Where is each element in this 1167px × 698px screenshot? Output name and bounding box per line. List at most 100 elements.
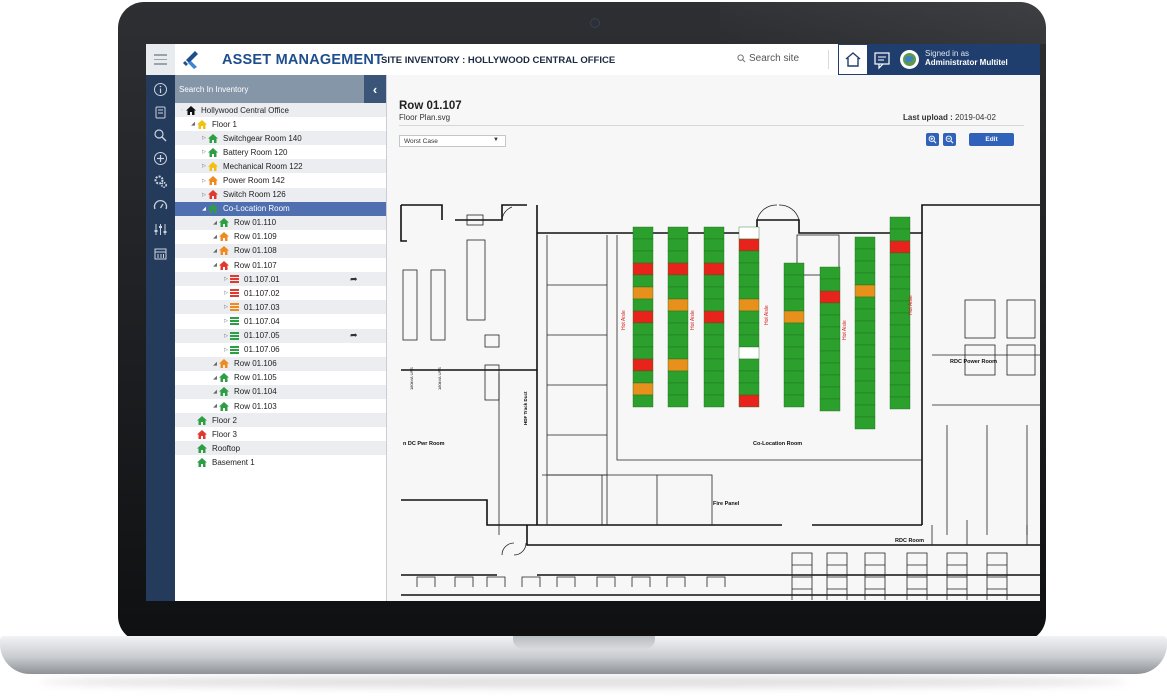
tree-item[interactable]: ▷ 01.107.05 ➦ bbox=[175, 328, 386, 343]
tree-item[interactable]: Floor 3 bbox=[175, 427, 386, 441]
tree-item[interactable]: Rooftop bbox=[175, 441, 386, 456]
rack-cell[interactable] bbox=[783, 310, 805, 324]
rack-cell[interactable] bbox=[703, 310, 725, 324]
rack-cell[interactable] bbox=[783, 322, 805, 336]
rack-cell[interactable] bbox=[854, 308, 876, 322]
expand-toggle-icon[interactable]: ▷ bbox=[222, 333, 230, 339]
rack-cell[interactable] bbox=[738, 334, 760, 348]
rack-cell[interactable] bbox=[889, 216, 911, 230]
rack-cell[interactable] bbox=[889, 228, 911, 242]
edit-button[interactable]: Edit bbox=[969, 133, 1014, 146]
rack-cell[interactable] bbox=[667, 226, 689, 240]
tree-item[interactable]: ▷ Switchgear Room 140 bbox=[175, 131, 386, 146]
dashboard-icon[interactable] bbox=[153, 198, 168, 213]
rack-cell[interactable] bbox=[889, 276, 911, 290]
rack-cell[interactable] bbox=[819, 266, 841, 280]
rack-cell[interactable] bbox=[703, 370, 725, 384]
rack-cell[interactable] bbox=[889, 396, 911, 410]
rack-cell[interactable] bbox=[667, 394, 689, 408]
tree-item[interactable]: ◢ Row 01.108 bbox=[175, 243, 386, 259]
rack-cell[interactable] bbox=[738, 226, 760, 240]
rack-cell[interactable] bbox=[819, 290, 841, 304]
tree-item[interactable]: ▷ Switch Room 126 bbox=[175, 187, 386, 202]
rack-cell[interactable] bbox=[667, 382, 689, 396]
expand-toggle-icon[interactable]: ◢ bbox=[211, 234, 219, 240]
rack-cell[interactable] bbox=[632, 394, 654, 408]
rack-cell[interactable] bbox=[783, 262, 805, 276]
rack-cell[interactable] bbox=[783, 298, 805, 312]
rack-cell[interactable] bbox=[889, 264, 911, 278]
rack-cell[interactable] bbox=[854, 368, 876, 382]
tree-item[interactable]: ▷ 01.107.06 bbox=[175, 343, 386, 357]
tree-item[interactable]: ◢ Row 01.109 bbox=[175, 230, 386, 244]
rack-cell[interactable] bbox=[854, 248, 876, 262]
expand-toggle-icon[interactable]: ◢ bbox=[211, 220, 219, 226]
rack-cell[interactable] bbox=[854, 284, 876, 298]
search-icon[interactable] bbox=[153, 128, 168, 143]
expand-toggle-icon[interactable]: ◢ bbox=[211, 248, 219, 254]
tree-item[interactable]: ◢ Co-Location Room bbox=[175, 201, 386, 216]
expand-toggle-icon[interactable]: ▷ bbox=[222, 304, 230, 310]
rack-cell[interactable] bbox=[632, 346, 654, 360]
rack-cell[interactable] bbox=[783, 346, 805, 360]
rack-cell[interactable] bbox=[889, 324, 911, 338]
rack-cell[interactable] bbox=[819, 398, 841, 412]
search-inventory-input[interactable]: Search In Inventory ‹ bbox=[175, 75, 386, 103]
messages-icon[interactable] bbox=[872, 50, 892, 70]
tree-item[interactable]: Basement 1 bbox=[175, 455, 386, 469]
settings-icon[interactable] bbox=[153, 174, 168, 189]
rack-cell[interactable] bbox=[738, 310, 760, 324]
rack-cell[interactable] bbox=[889, 384, 911, 398]
tree-item[interactable]: ◢ Row 01.106 bbox=[175, 356, 386, 371]
rack-cell[interactable] bbox=[703, 250, 725, 264]
rack-cell[interactable] bbox=[738, 394, 760, 408]
tree-item[interactable]: ◢ Row 01.107 bbox=[175, 258, 386, 272]
rack-cell[interactable] bbox=[854, 416, 876, 430]
expand-toggle-icon[interactable]: ▷ bbox=[200, 192, 208, 198]
document-icon[interactable] bbox=[153, 105, 168, 120]
rack-cell[interactable] bbox=[854, 356, 876, 370]
rack-cell[interactable] bbox=[889, 372, 911, 386]
rack-cell[interactable] bbox=[632, 370, 654, 384]
tree-item[interactable]: ▷ 01.107.04 bbox=[175, 314, 386, 328]
rack-cell[interactable] bbox=[667, 238, 689, 252]
rack-cell[interactable] bbox=[738, 238, 760, 252]
rack-cell[interactable] bbox=[819, 338, 841, 352]
rack-cell[interactable] bbox=[632, 238, 654, 252]
expand-toggle-icon[interactable]: ▷ bbox=[222, 290, 230, 296]
share-arrow-icon[interactable]: ➦ bbox=[350, 330, 358, 341]
tree-item[interactable]: ◢ Row 01.104 bbox=[175, 384, 386, 399]
tree-item[interactable]: ▷ Mechanical Room 122 bbox=[175, 159, 386, 174]
rack-cell[interactable] bbox=[738, 382, 760, 396]
rack-cell[interactable] bbox=[703, 262, 725, 276]
rack-cell[interactable] bbox=[632, 322, 654, 336]
expand-toggle-icon[interactable]: ▷ bbox=[200, 178, 208, 184]
share-arrow-icon[interactable]: ➦ bbox=[350, 274, 358, 285]
rack-cell[interactable] bbox=[819, 326, 841, 340]
rack-cell[interactable] bbox=[854, 320, 876, 334]
zoom-out-button[interactable] bbox=[943, 133, 956, 146]
tree-item[interactable]: ◢ Row 01.110 bbox=[175, 215, 386, 230]
rack-cell[interactable] bbox=[854, 260, 876, 274]
rack-cell[interactable] bbox=[819, 314, 841, 328]
tree-item[interactable]: ◢ Floor 1 bbox=[175, 117, 386, 131]
expand-toggle-icon[interactable]: ▷ bbox=[222, 276, 230, 282]
rack-cell[interactable] bbox=[667, 370, 689, 384]
rack-cell[interactable] bbox=[783, 274, 805, 288]
rack-cell[interactable] bbox=[738, 370, 760, 384]
rack-cell[interactable] bbox=[632, 382, 654, 396]
expand-toggle-icon[interactable]: ▷ bbox=[200, 135, 208, 141]
rack-cell[interactable] bbox=[819, 302, 841, 316]
rack-cell[interactable] bbox=[889, 300, 911, 314]
rack-cell[interactable] bbox=[819, 278, 841, 292]
rack-cell[interactable] bbox=[632, 358, 654, 372]
rack-cell[interactable] bbox=[889, 348, 911, 362]
info-icon[interactable] bbox=[153, 82, 168, 97]
rack-cell[interactable] bbox=[783, 394, 805, 408]
rack-cell[interactable] bbox=[667, 274, 689, 288]
rack-cell[interactable] bbox=[667, 346, 689, 360]
expand-toggle-icon[interactable]: ◢ bbox=[211, 262, 219, 268]
search-site-input[interactable]: Search site bbox=[737, 53, 799, 64]
rack-cell[interactable] bbox=[632, 334, 654, 348]
add-icon[interactable] bbox=[153, 151, 168, 166]
